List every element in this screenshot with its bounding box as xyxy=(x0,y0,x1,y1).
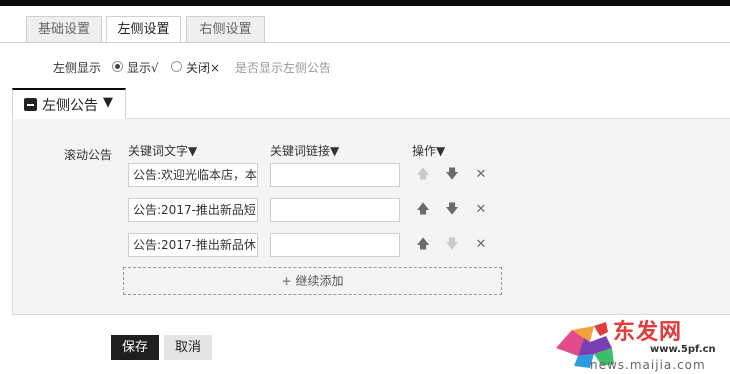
tab-basic-settings[interactable]: 基础设置 xyxy=(26,16,102,43)
plus-icon: + xyxy=(281,274,292,288)
tab-left-settings[interactable]: 左侧设置 xyxy=(106,16,181,44)
watermark-brand: 东发网 xyxy=(613,319,683,345)
save-button[interactable]: 保存 xyxy=(111,335,159,360)
section-tab-left-notice[interactable]: 左侧公告 ▼ xyxy=(12,88,126,119)
move-down-icon[interactable]: 🡇 xyxy=(443,166,461,184)
keyword-link-input[interactable] xyxy=(270,198,400,222)
col-keyword-text[interactable]: 关键词文字▼ xyxy=(128,142,197,159)
move-up-icon[interactable]: 🡅 xyxy=(414,236,432,254)
radio-show-label[interactable]: 显示√ xyxy=(127,59,159,76)
radio-show[interactable] xyxy=(112,61,123,72)
watermark-url-2: news.maijia.com xyxy=(590,358,706,372)
delete-icon[interactable]: ✕ xyxy=(472,236,490,254)
keyword-text-input[interactable]: 公告:2017-推出新品短 xyxy=(128,198,258,222)
collapse-icon xyxy=(24,98,37,111)
col-keyword-link[interactable]: 关键词链接▼ xyxy=(270,142,339,159)
keyword-link-input[interactable] xyxy=(270,233,400,257)
delete-icon[interactable]: ✕ xyxy=(472,201,490,219)
move-down-icon[interactable]: 🡇 xyxy=(443,201,461,219)
add-more-button[interactable]: + 继续添加 xyxy=(123,267,502,295)
scroll-notice-label: 滚动公告 xyxy=(64,148,113,162)
move-down-icon[interactable]: 🡇 xyxy=(443,236,461,254)
move-up-icon[interactable]: 🡅 xyxy=(414,201,432,219)
radio-hide-label[interactable]: 关闭× xyxy=(186,59,220,76)
keyword-link-input[interactable] xyxy=(270,163,400,187)
delete-icon[interactable]: ✕ xyxy=(472,166,490,184)
tab-right-settings[interactable]: 右侧设置 xyxy=(186,16,265,43)
caret-down-icon: ▼ xyxy=(103,95,113,110)
tab-divider xyxy=(0,42,730,43)
left-display-row: 左侧显示 显示√ 关闭× 是否显示左侧公告 xyxy=(0,59,730,75)
keyword-text-input[interactable]: 公告:欢迎光临本店，本 xyxy=(128,163,258,187)
move-up-icon[interactable]: 🡅 xyxy=(414,166,432,184)
add-more-label: 继续添加 xyxy=(295,274,344,288)
section-title: 左侧公告 xyxy=(42,98,98,114)
col-action[interactable]: 操作▼ xyxy=(412,142,445,159)
radio-hide[interactable] xyxy=(171,61,182,72)
keyword-text-input[interactable]: 公告:2017-推出新品休 xyxy=(128,233,258,257)
cancel-button[interactable]: 取消 xyxy=(164,335,212,360)
watermark-url-1: www.5pf.cn xyxy=(650,344,716,355)
watermark-logo: 东发网 www.5pf.cn news.maijia.com xyxy=(550,312,730,374)
top-bar xyxy=(0,0,730,6)
left-display-label: 左侧显示 xyxy=(53,61,102,75)
left-display-hint: 是否显示左侧公告 xyxy=(235,61,332,75)
